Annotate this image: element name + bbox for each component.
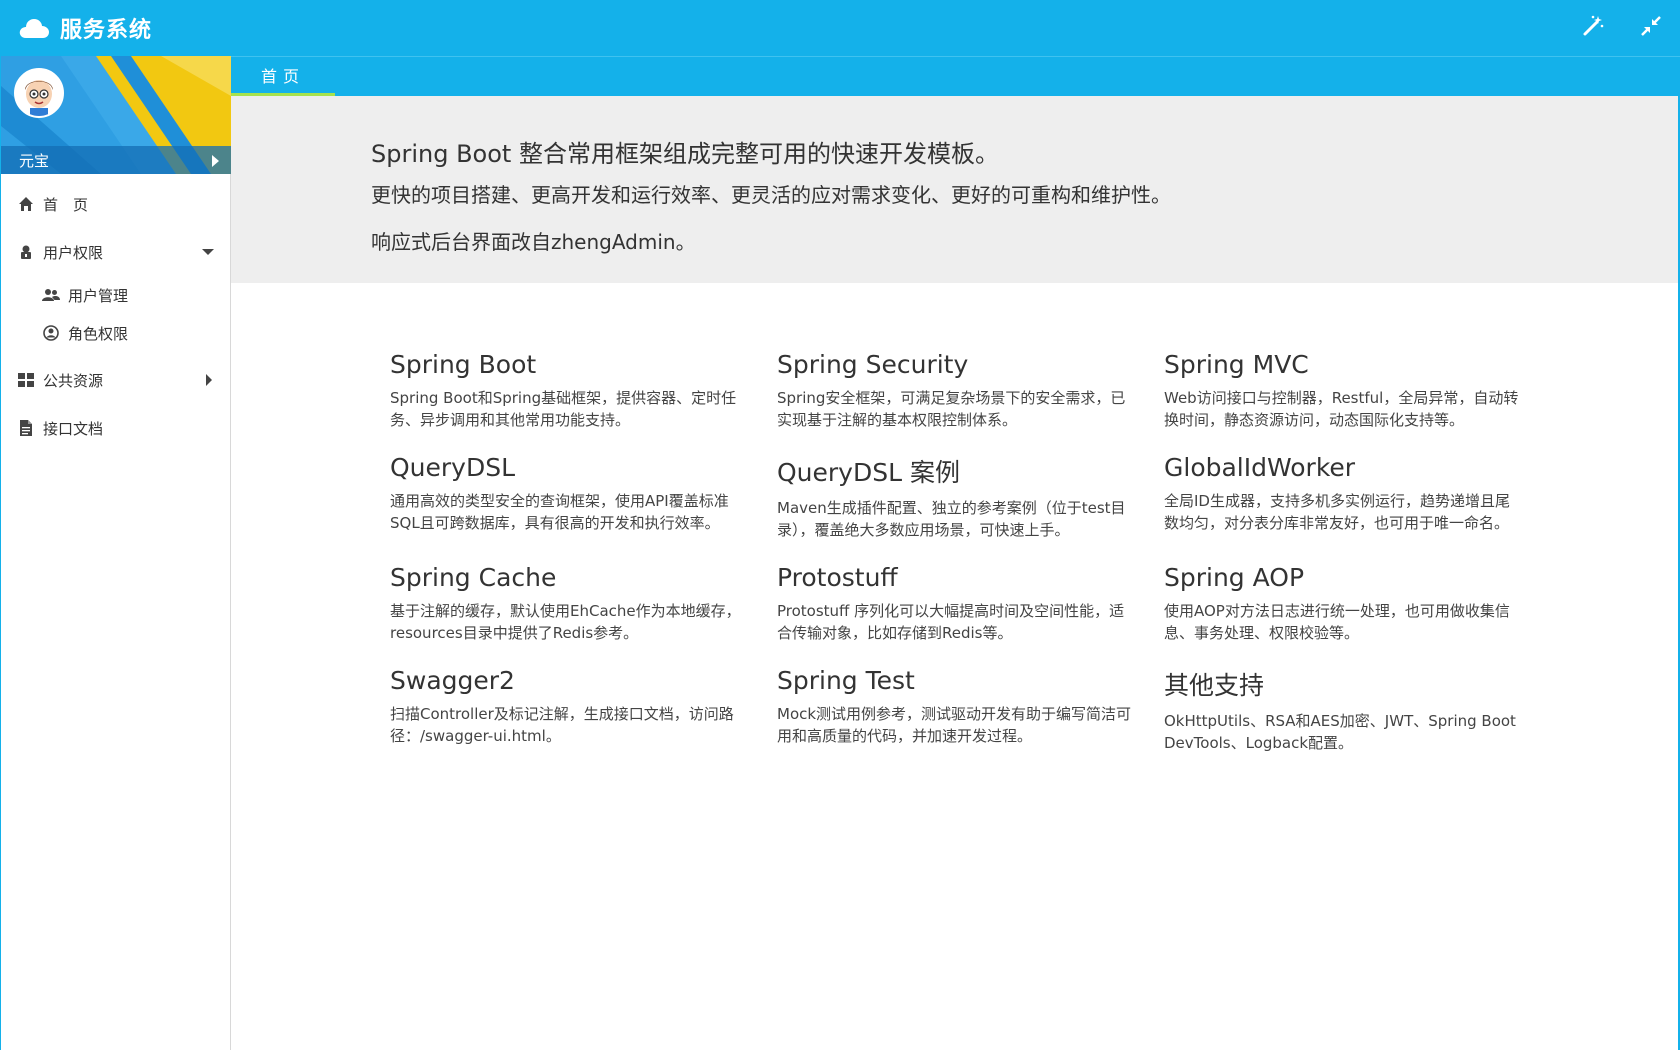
avatar-image [16,70,62,116]
feature-grid: Spring Boot Spring Boot和Spring基础框架，提供容器、… [390,350,1540,776]
main-content: Spring Boot 整合常用框架组成完整可用的快速开发模板。 更快的项目搭建… [231,96,1680,1050]
grid-icon [17,371,35,389]
top-navbar: 服务系统 [0,0,1680,56]
feature-card: QueryDSL 案例 Maven生成插件配置、独立的参考案例（位于test目录… [777,453,1132,541]
feature-title: Spring Security [777,350,969,379]
feature-description: Mock测试用例参考，测试驱动开发有助于编写简洁可用和高质量的代码，并加速开发过… [777,705,1132,745]
users-icon [42,286,60,304]
feature-title: 其他支持 [1164,671,1265,700]
sidebar-item-label: 用户权限 [43,243,104,262]
feature-description: Spring Boot和Spring基础框架，提供容器、定时任务、异步调用和其他… [390,389,737,429]
caret-right-icon [212,155,219,167]
compress-button[interactable] [1622,0,1680,56]
jumbotron-title: Spring Boot 整合常用框架组成完整可用的快速开发模板。 [371,140,999,168]
tab-home[interactable]: 首页 [231,57,335,96]
feature-card: Spring Boot Spring Boot和Spring基础框架，提供容器、… [390,350,745,431]
user-menu-toggle[interactable]: 元宝 [1,146,231,174]
sidebar-item-user-management[interactable]: 用户管理 [1,276,230,314]
feature-card: Protostuff Protostuff 序列化可以大幅提高时间及空间性能，适… [777,563,1132,644]
feature-description: 扫描Controller及标记注解，生成接口文档，访问路径：/swagger-u… [390,705,734,745]
feature-card: Swagger2 扫描Controller及标记注解，生成接口文档，访问路径：/… [390,666,745,754]
feature-description: Web访问接口与控制器，Restful，全局异常，自动转换时间，静态资源访问，动… [1164,389,1519,429]
submenu-item-label: 角色权限 [68,324,129,343]
feature-title: QueryDSL [390,453,516,482]
home-icon [17,195,35,213]
user-lock-icon [17,243,35,261]
file-icon [17,419,35,437]
feature-card: Spring Security Spring安全框架，可满足复杂场景下的安全需求… [777,350,1132,431]
feature-description: Maven生成插件配置、独立的参考案例（位于test目录），覆盖绝大多数应用场景… [777,499,1126,539]
jumbotron-subtitle: 更快的项目搭建、更高开发和运行效率、更灵活的应对需求变化、更好的可重构和维护性。 [371,183,1171,207]
feature-description: 通用高效的类型安全的查询框架，使用API覆盖标准SQL且可跨数据库，具有很高的开… [390,492,729,532]
feature-title: Spring AOP [1164,563,1305,592]
magic-wand-icon [1581,14,1605,42]
jumbotron: Spring Boot 整合常用框架组成完整可用的快速开发模板。 更快的项目搭建… [231,96,1678,283]
feature-card: Spring MVC Web访问接口与控制器，Restful，全局异常，自动转换… [1164,350,1519,431]
jumbotron-note: 响应式后台界面改自zhengAdmin。 [371,230,696,254]
app-title: 服务系统 [60,18,153,43]
cloud-icon [18,16,50,40]
user-circle-icon [42,324,60,342]
feature-title: Spring Cache [390,563,557,592]
feature-description: 全局ID生成器，支持多机多实例运行，趋势递增且尾数均匀，对分表分库非常友好，也可… [1164,492,1510,532]
feature-title: Spring Boot [390,350,537,379]
sidebar-item-api-docs[interactable]: 接口文档 [1,404,230,452]
feature-card: GlobalIdWorker 全局ID生成器，支持多机多实例运行，趋势递增且尾数… [1164,453,1519,541]
feature-description: Protostuff 序列化可以大幅提高时间及空间性能，适合传输对象，比如存储到… [777,602,1125,642]
feature-card: Spring Test Mock测试用例参考，测试驱动开发有助于编写简洁可用和高… [777,666,1132,754]
sidebar-item-label: 首 页 [43,195,89,214]
tabs-bar: 首页 [231,56,1680,96]
feature-card: Spring AOP 使用AOP对方法日志进行统一处理，也可用做收集信息、事务处… [1164,563,1519,644]
brand[interactable]: 服务系统 [18,0,152,56]
sidebar-item-user-permissions[interactable]: 用户权限 [1,228,230,276]
sidebar-item-home[interactable]: 首 页 [1,180,230,228]
sidebar-item-label: 公共资源 [43,371,104,390]
avatar[interactable] [14,68,64,118]
feature-description: Spring安全框架，可满足复杂场景下的安全需求，已实现基于注解的基本权限控制体… [777,389,1126,429]
sidebar: 元宝 首 页 用户权限 用户管理 角色权限 公共资源 接口文档 [0,56,231,1050]
sidebar-item-label: 接口文档 [43,419,104,438]
caret-right-icon [206,374,212,386]
feature-title: Swagger2 [390,666,515,695]
feature-title: Spring Test [777,666,915,695]
caret-down-icon [202,249,214,255]
feature-title: QueryDSL 案例 [777,458,960,487]
sidebar-menu: 首 页 用户权限 用户管理 角色权限 公共资源 接口文档 [1,180,230,452]
feature-description: OkHttpUtils、RSA和AES加密、JWT、Spring Boot De… [1164,712,1516,752]
sidebar-item-role-permissions[interactable]: 角色权限 [1,314,230,352]
compress-icon [1639,14,1663,42]
sidebar-submenu: 用户管理 角色权限 [1,276,230,352]
feature-title: Spring MVC [1164,350,1309,379]
feature-card: Spring Cache 基于注解的缓存，默认使用EhCache作为本地缓存，r… [390,563,745,644]
theme-button[interactable] [1564,0,1622,56]
feature-title: GlobalIdWorker [1164,453,1356,482]
sidebar-item-public-resources[interactable]: 公共资源 [1,356,230,404]
feature-title: Protostuff [777,563,898,592]
feature-card: 其他支持 OkHttpUtils、RSA和AES加密、JWT、Spring Bo… [1164,666,1519,754]
submenu-item-label: 用户管理 [68,286,129,305]
feature-description: 使用AOP对方法日志进行统一处理，也可用做收集信息、事务处理、权限校验等。 [1164,602,1510,642]
user-panel: 元宝 [1,56,231,174]
feature-description: 基于注解的缓存，默认使用EhCache作为本地缓存，resources目录中提供… [390,602,741,642]
user-name: 元宝 [19,151,50,170]
feature-card: QueryDSL 通用高效的类型安全的查询框架，使用API覆盖标准SQL且可跨数… [390,453,745,541]
